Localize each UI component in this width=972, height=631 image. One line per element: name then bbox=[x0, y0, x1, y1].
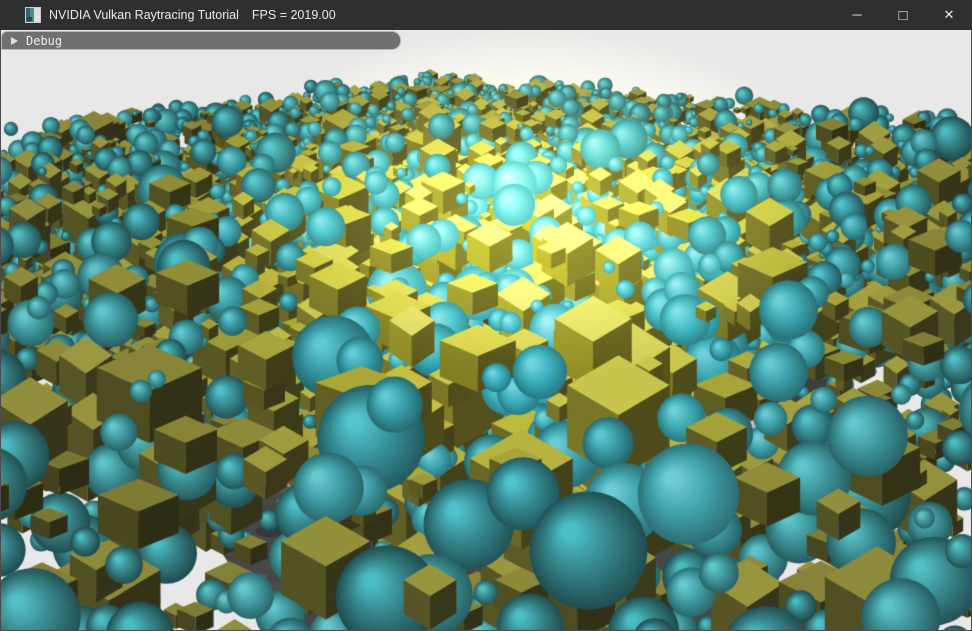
close-icon: ✕ bbox=[944, 7, 955, 23]
maximize-button[interactable]: □ bbox=[880, 0, 926, 30]
app-icon bbox=[25, 7, 41, 23]
window-controls: ─ □ ✕ bbox=[834, 0, 972, 30]
debug-panel-label: Debug bbox=[26, 34, 62, 48]
window-title: NVIDIA Vulkan Raytracing Tutorial bbox=[49, 8, 239, 22]
close-button[interactable]: ✕ bbox=[926, 0, 972, 30]
raytraced-scene-canvas[interactable] bbox=[0, 30, 972, 631]
fps-counter: FPS = 2019.00 bbox=[252, 8, 336, 22]
collapse-arrow-icon bbox=[11, 37, 18, 45]
debug-panel-header[interactable]: Debug bbox=[2, 32, 400, 49]
render-viewport: Debug bbox=[0, 30, 972, 631]
titlebar: NVIDIA Vulkan Raytracing Tutorial FPS = … bbox=[0, 0, 972, 30]
maximize-icon: □ bbox=[898, 7, 907, 24]
minimize-button[interactable]: ─ bbox=[834, 0, 880, 30]
app-window: NVIDIA Vulkan Raytracing Tutorial FPS = … bbox=[0, 0, 972, 631]
minimize-icon: ─ bbox=[852, 7, 861, 22]
